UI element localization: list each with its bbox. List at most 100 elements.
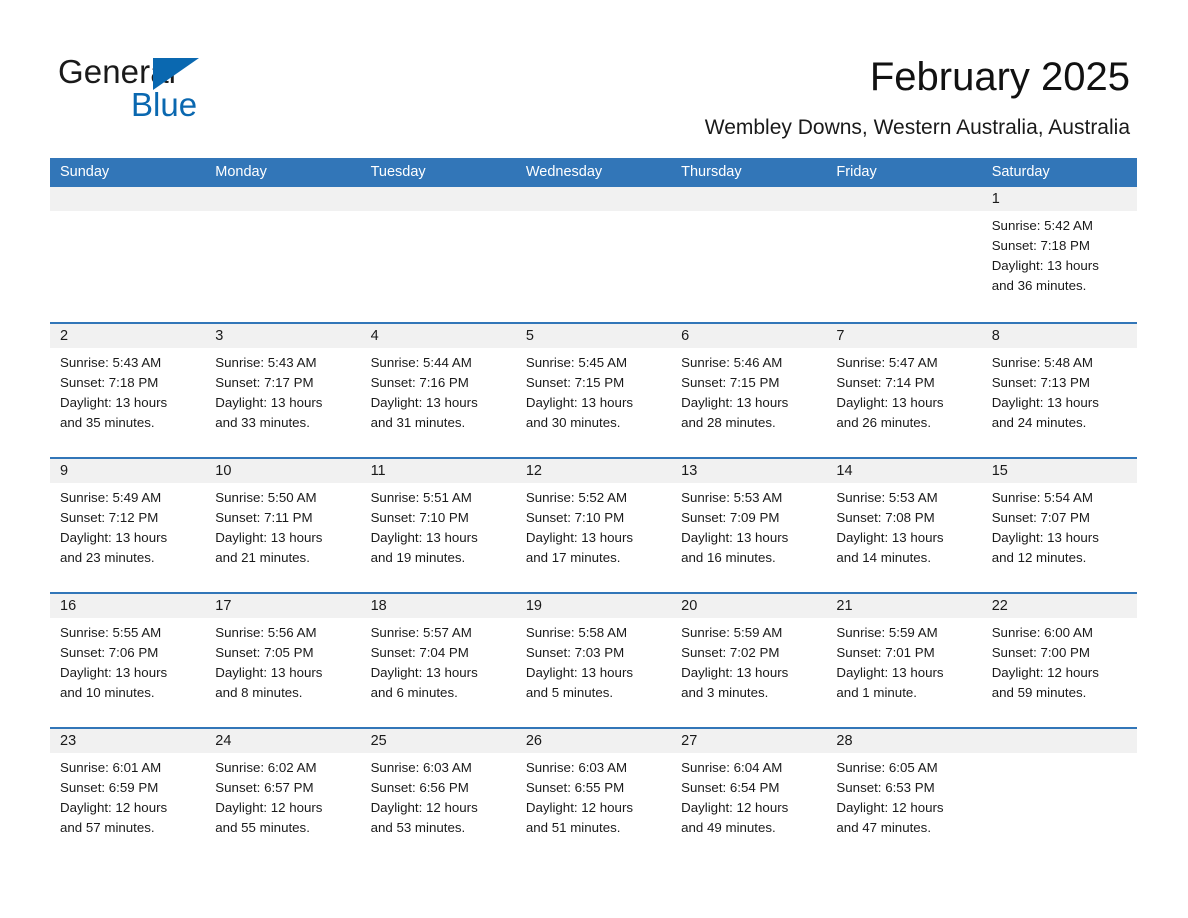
day-number-band: 13 (671, 459, 827, 483)
daylight-text-line2: and 36 minutes. (991, 278, 1087, 293)
day-details: Sunrise: 5:55 AM Sunset: 7:06 PM Daylight:… (50, 618, 205, 703)
calendar-day-cell[interactable]: 12 Sunrise: 5:52 AM Sunset: 7:10 PM Dayligh… (515, 459, 672, 592)
day-number-band: 9 (50, 459, 206, 483)
sunset-text: Sunset: 7:04 PM (370, 645, 469, 660)
daylight-text-line1: Daylight: 13 hours (215, 395, 323, 410)
sunset-text: Sunset: 7:15 PM (681, 375, 780, 390)
calendar-day-cell[interactable]: 20 Sunrise: 5:59 AM Sunset: 7:02 PM Dayligh… (671, 594, 827, 727)
day-number: 5 (525, 328, 534, 344)
day-number-band: 23 (50, 729, 206, 753)
day-details: Sunrise: 5:44 AM Sunset: 7:16 PM Daylight:… (361, 348, 516, 433)
day-number-band: 28 (826, 729, 982, 753)
calendar-day-cell[interactable]: 7 Sunrise: 5:47 AM Sunset: 7:14 PM Daylight… (826, 324, 982, 457)
day-number-band: 12 (515, 459, 672, 483)
calendar-day-cell[interactable]: 1 Sunrise: 5:42 AM Sunset: 7:18 PM Daylight… (981, 187, 1137, 322)
calendar-day-cell[interactable]: 24 Sunrise: 6:02 AM Sunset: 6:57 PM Dayligh… (205, 729, 361, 862)
day-details: Sunrise: 5:53 AM Sunset: 7:09 PM Daylight:… (671, 483, 826, 568)
sunrise-text: Sunrise: 5:57 AM (370, 625, 472, 640)
calendar-day-cell[interactable]: 23 Sunrise: 6:01 AM Sunset: 6:59 PM Dayligh… (50, 729, 206, 862)
calendar-day-cell[interactable]: 6 Sunrise: 5:46 AM Sunset: 7:15 PM Daylight… (671, 324, 827, 457)
calendar-day-cell[interactable]: 22 Sunrise: 6:00 AM Sunset: 7:00 PM Dayligh… (981, 594, 1137, 727)
calendar-day-cell[interactable]: 9 Sunrise: 5:49 AM Sunset: 7:12 PM Daylight… (50, 459, 206, 592)
sunrise-text: Sunrise: 6:05 AM (836, 760, 938, 775)
day-number: 18 (370, 598, 387, 614)
daylight-text-line1: Daylight: 13 hours (370, 665, 478, 680)
day-number: 27 (681, 733, 698, 749)
sunrise-text: Sunrise: 6:03 AM (370, 760, 472, 775)
calendar-day-cell[interactable]: 18 Sunrise: 5:57 AM Sunset: 7:04 PM Dayligh… (360, 594, 516, 727)
daylight-text-line2: and 12 minutes. (991, 550, 1087, 565)
calendar-day-cell[interactable]: 13 Sunrise: 5:53 AM Sunset: 7:09 PM Dayligh… (671, 459, 827, 592)
calendar-day-cell[interactable]: 2 Sunrise: 5:43 AM Sunset: 7:18 PM Daylight… (50, 324, 206, 457)
day-details: Sunrise: 5:53 AM Sunset: 7:08 PM Daylight:… (826, 483, 981, 568)
sunset-text: Sunset: 7:08 PM (836, 510, 935, 525)
sunset-text: Sunset: 7:10 PM (525, 510, 625, 525)
sunrise-text: Sunrise: 5:43 AM (60, 355, 162, 370)
daylight-text-line2: and 16 minutes. (681, 550, 776, 565)
day-number-band: 14 (826, 459, 982, 483)
daylight-text-line1: Daylight: 13 hours (60, 665, 168, 680)
sunrise-text: Sunrise: 5:45 AM (525, 355, 628, 370)
day-details: Sunrise: 5:57 AM Sunset: 7:04 PM Daylight:… (361, 618, 516, 703)
daylight-text-line2: and 33 minutes. (215, 415, 310, 430)
day-details: Sunrise: 5:54 AM Sunset: 7:07 PM Daylight:… (982, 483, 1137, 568)
calendar-day-cell[interactable]: 26 Sunrise: 6:03 AM Sunset: 6:55 PM Dayligh… (515, 729, 672, 862)
day-details: Sunrise: 6:01 AM Sunset: 6:59 PM Daylight:… (50, 753, 205, 838)
calendar-day-cell[interactable]: 28 Sunrise: 6:05 AM Sunset: 6:53 PM Dayligh… (826, 729, 982, 862)
calendar-day-cell[interactable]: 16 Sunrise: 5:55 AM Sunset: 7:06 PM Dayligh… (50, 594, 206, 727)
day-number: 26 (525, 733, 542, 749)
calendar-week-row: 2 Sunrise: 5:43 AM Sunset: 7:18 PM Daylight… (50, 322, 1137, 457)
day-number: 4 (370, 328, 379, 344)
calendar-day-cell[interactable]: 19 Sunrise: 5:58 AM Sunset: 7:03 PM Dayligh… (515, 594, 672, 727)
sunrise-text: Sunrise: 5:50 AM (215, 490, 317, 505)
day-details: Sunrise: 6:02 AM Sunset: 6:57 PM Daylight:… (205, 753, 360, 838)
day-number: 13 (681, 463, 698, 479)
daylight-text-line1: Daylight: 12 hours (60, 800, 168, 815)
weekday-header-saturday: Saturday (991, 164, 1050, 180)
day-number-band: 15 (981, 459, 1137, 483)
calendar-day-cell[interactable]: 3 Sunrise: 5:43 AM Sunset: 7:17 PM Daylight… (205, 324, 361, 457)
calendar-table: Sunday Monday Tuesday Wednesday Thursday… (50, 158, 1137, 862)
daylight-text-line2: and 47 minutes. (836, 820, 932, 835)
daylight-text-line2: and 53 minutes. (370, 820, 466, 835)
calendar-day-cell[interactable]: 21 Sunrise: 5:59 AM Sunset: 7:01 PM Dayligh… (826, 594, 982, 727)
daylight-text-line1: Daylight: 13 hours (370, 530, 478, 545)
daylight-text-line1: Daylight: 12 hours (991, 665, 1099, 680)
weekday-header-thursday: Thursday (681, 164, 742, 180)
daylight-text-line2: and 17 minutes. (525, 550, 621, 565)
day-number: 2 (60, 328, 69, 344)
daylight-text-line2: and 35 minutes. (60, 415, 155, 430)
calendar-day-cell[interactable]: 17 Sunrise: 5:56 AM Sunset: 7:05 PM Dayligh… (205, 594, 361, 727)
calendar-day-cell[interactable]: 8 Sunrise: 5:48 AM Sunset: 7:13 PM Daylight… (981, 324, 1137, 457)
day-details: Sunrise: 5:43 AM Sunset: 7:18 PM Daylight:… (50, 348, 205, 433)
daylight-text-line1: Daylight: 13 hours (836, 530, 944, 545)
weekday-header-row: Sunday Monday Tuesday Wednesday Thursday… (50, 158, 1137, 187)
daylight-text-line1: Daylight: 12 hours (681, 800, 789, 815)
daylight-text-line1: Daylight: 13 hours (991, 395, 1099, 410)
day-details: Sunrise: 6:00 AM Sunset: 7:00 PM Daylight:… (982, 618, 1137, 703)
day-details: Sunrise: 5:42 AM Sunset: 7:18 PM Daylight:… (982, 211, 1137, 296)
calendar-day-cell[interactable]: 11 Sunrise: 5:51 AM Sunset: 7:10 PM Dayligh… (360, 459, 516, 592)
day-number-band: 17 (205, 594, 361, 618)
sunrise-text: Sunrise: 5:51 AM (370, 490, 472, 505)
calendar-day-cell[interactable]: 4 Sunrise: 5:44 AM Sunset: 7:16 PM Daylight… (360, 324, 516, 457)
day-number: 24 (215, 733, 232, 749)
day-number-band (50, 187, 206, 211)
calendar-day-cell[interactable]: 15 Sunrise: 5:54 AM Sunset: 7:07 PM Dayligh… (981, 459, 1137, 592)
calendar-day-cell[interactable]: 5 Sunrise: 5:45 AM Sunset: 7:15 PM Daylight… (515, 324, 672, 457)
daylight-text-line1: Daylight: 13 hours (215, 530, 323, 545)
calendar-day-cell-empty (981, 729, 1137, 862)
day-details: Sunrise: 6:03 AM Sunset: 6:56 PM Daylight:… (361, 753, 516, 838)
day-number: 6 (681, 328, 690, 344)
weekday-header-tuesday: Tuesday (370, 164, 426, 180)
sunset-text: Sunset: 7:16 PM (370, 375, 469, 390)
calendar-day-cell[interactable]: 10 Sunrise: 5:50 AM Sunset: 7:11 PM Dayligh… (205, 459, 361, 592)
calendar-day-cell[interactable]: 14 Sunrise: 5:53 AM Sunset: 7:08 PM Dayligh… (826, 459, 982, 592)
day-number-band (515, 187, 672, 211)
sunrise-text: Sunrise: 6:04 AM (681, 760, 783, 775)
daylight-text-line1: Daylight: 13 hours (60, 395, 168, 410)
day-number-band: 16 (50, 594, 206, 618)
day-number-band (826, 187, 982, 211)
calendar-day-cell[interactable]: 25 Sunrise: 6:03 AM Sunset: 6:56 PM Dayligh… (360, 729, 516, 862)
calendar-day-cell[interactable]: 27 Sunrise: 6:04 AM Sunset: 6:54 PM Dayligh… (671, 729, 827, 862)
